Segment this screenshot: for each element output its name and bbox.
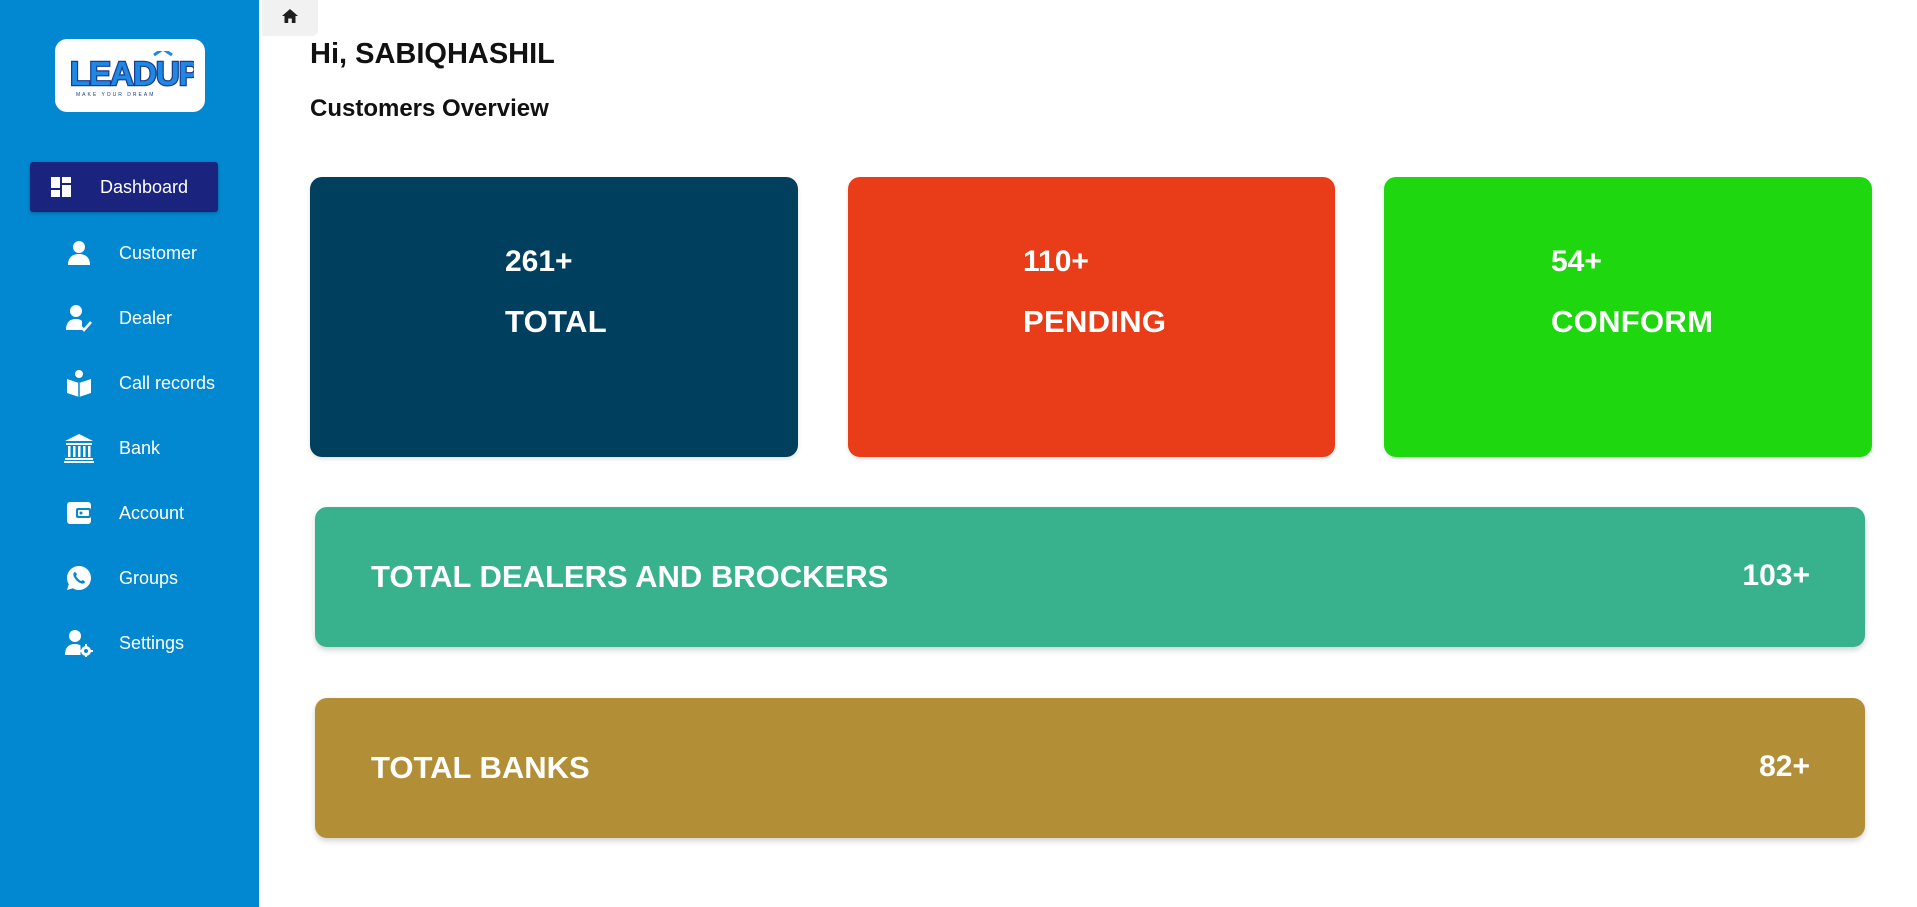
stat-card-pending[interactable]: 110+ PENDING — [848, 177, 1335, 457]
stat-value: 261+ — [505, 245, 573, 278]
summary-card-banks[interactable]: TOTAL BANKS 82+ — [315, 698, 1865, 838]
whatsapp-icon — [64, 563, 94, 593]
sidebar-item-customer[interactable]: Customer — [30, 228, 218, 278]
home-icon — [282, 8, 298, 28]
home-button[interactable] — [262, 0, 318, 36]
sidebar-item-label: Customer — [119, 242, 198, 263]
person-gear-icon — [64, 628, 94, 658]
person-check-icon — [64, 303, 94, 333]
summary-value: 82+ — [1759, 750, 1810, 783]
svg-text:LEADUP: LEADUP — [70, 55, 194, 92]
sidebar-item-label: Account — [119, 502, 185, 523]
sidebar-item-settings[interactable]: Settings — [30, 618, 218, 668]
sidebar-item-label: Dashboard — [100, 176, 189, 197]
summary-label: TOTAL BANKS — [371, 750, 590, 785]
summary-card-dealers[interactable]: TOTAL DEALERS AND BROCKERS 103+ — [315, 507, 1865, 647]
greeting: Hi, SABIQHASHIL — [310, 38, 555, 70]
sidebar-item-dashboard[interactable]: Dashboard — [30, 162, 218, 212]
sidebar-item-label: Groups — [119, 567, 179, 588]
stat-card-conform[interactable]: 54+ CONFORM — [1384, 177, 1872, 457]
sidebar-item-call-records[interactable]: Call records — [30, 358, 218, 408]
logo[interactable]: LEADUP LEADUP MAKE YOUR DREAM — [55, 39, 205, 112]
sidebar-item-account[interactable]: Account — [30, 488, 218, 538]
leadup-logo-icon: LEADUP LEADUP MAKE YOUR DREAM — [69, 50, 194, 98]
bank-icon — [64, 433, 94, 463]
stat-label: CONFORM — [1551, 304, 1714, 339]
sidebar-item-label: Bank — [119, 437, 161, 458]
sidebar-item-bank[interactable]: Bank — [30, 423, 218, 473]
section-title: Customers Overview — [310, 95, 549, 122]
wallet-icon — [64, 498, 94, 528]
sidebar: LEADUP LEADUP MAKE YOUR DREAM Dashboard … — [0, 0, 259, 907]
dashboard-icon — [46, 172, 76, 202]
sidebar-item-groups[interactable]: Groups — [30, 553, 218, 603]
book-user-icon — [64, 368, 94, 398]
sidebar-item-label: Settings — [119, 632, 185, 653]
summary-value: 103+ — [1742, 559, 1810, 592]
summary-label: TOTAL DEALERS AND BROCKERS — [371, 559, 889, 594]
sidebar-item-dealer[interactable]: Dealer — [30, 293, 218, 343]
stat-label: PENDING — [1023, 304, 1167, 339]
stat-label: TOTAL — [505, 304, 607, 339]
sidebar-item-label: Dealer — [119, 307, 173, 328]
person-icon — [64, 238, 94, 268]
sidebar-item-label: Call records — [119, 372, 216, 393]
stat-value: 54+ — [1551, 245, 1602, 278]
stat-card-total[interactable]: 261+ TOTAL — [310, 177, 798, 457]
stat-value: 110+ — [1023, 245, 1089, 278]
svg-text:MAKE YOUR DREAM: MAKE YOUR DREAM — [76, 92, 155, 98]
